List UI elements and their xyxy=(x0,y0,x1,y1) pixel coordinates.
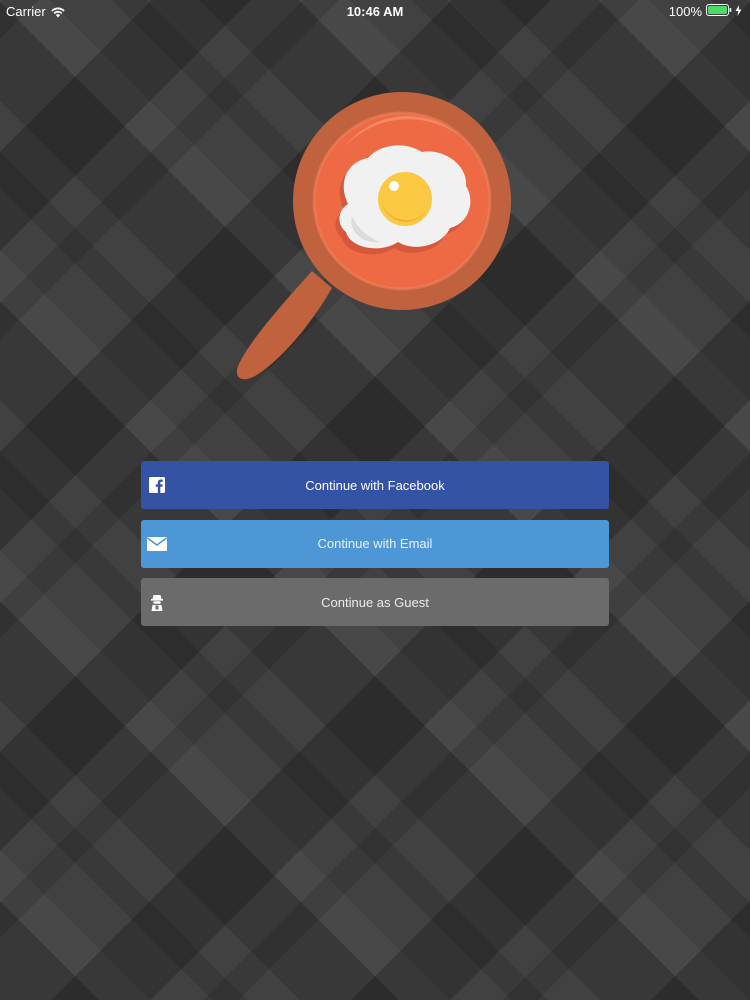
guest-icon xyxy=(147,592,167,612)
charging-bolt-icon xyxy=(735,4,742,19)
continue-with-email-button[interactable]: Continue with Email xyxy=(141,519,609,568)
status-bar: Carrier 10:46 AM 100% xyxy=(0,0,750,22)
status-time: 10:46 AM xyxy=(346,4,404,19)
email-button-label: Continue with Email xyxy=(317,536,433,551)
guest-button-label: Continue as Guest xyxy=(321,594,429,610)
continue-with-facebook-button[interactable]: Continue with Facebook xyxy=(141,461,609,509)
status-right: 100% xyxy=(669,4,742,19)
facebook-icon xyxy=(147,475,167,495)
envelope-icon xyxy=(147,534,167,554)
continue-as-guest-button[interactable]: Continue as Guest xyxy=(141,578,609,626)
facebook-button-label: Continue with Facebook xyxy=(305,477,445,493)
frying-pan-egg-icon xyxy=(236,92,511,380)
battery-percent: 100% xyxy=(668,4,702,19)
login-options: Continue with Facebook Continue with Ema… xyxy=(141,461,609,637)
battery-icon xyxy=(706,4,732,19)
frying-pan-egg-logo xyxy=(230,86,520,386)
